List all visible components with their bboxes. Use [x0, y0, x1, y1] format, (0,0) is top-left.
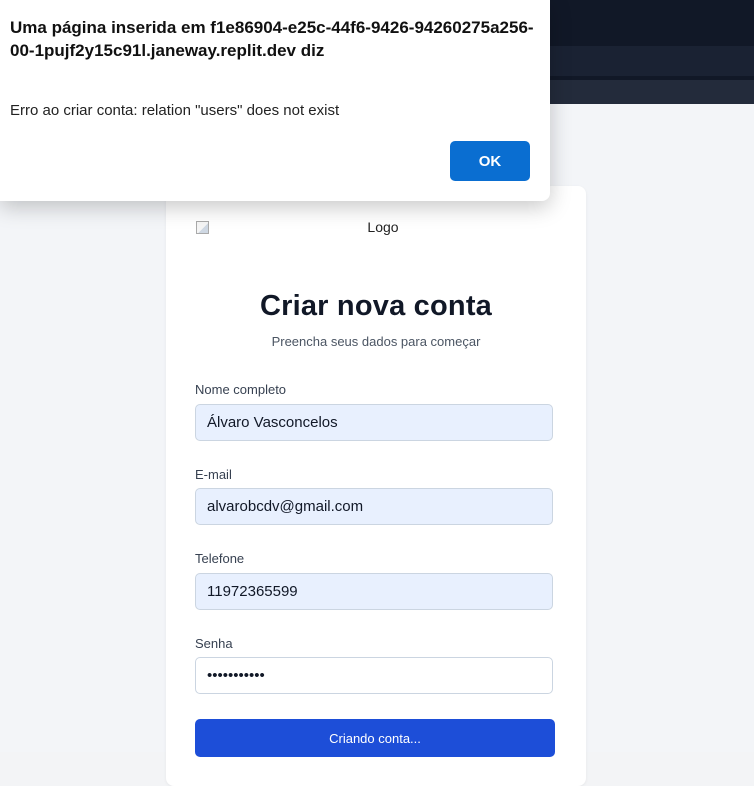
password-label: Senha [195, 636, 233, 651]
page-subtitle: Preencha seus dados para começar [271, 334, 481, 349]
name-input[interactable]: Álvaro Vasconcelos [195, 404, 553, 441]
submit-button[interactable]: Criando conta... [195, 719, 555, 757]
email-input[interactable]: alvarobcdv@gmail.com [195, 488, 553, 525]
logo-alt-text: Logo [367, 219, 399, 235]
dialog-message: Erro ao criar conta: relation "users" do… [10, 102, 340, 119]
password-input[interactable]: ••••••••••• [195, 657, 553, 694]
signup-card: Logo Criar nova conta Preencha seus dado… [166, 186, 586, 786]
broken-image-icon [195, 220, 209, 234]
ok-button[interactable]: OK [450, 141, 530, 181]
dialog-title: Uma página inserida em f1e86904-e25c-44f… [10, 18, 534, 60]
alert-dialog: Uma página inserida em f1e86904-e25c-44f… [0, 0, 550, 201]
logo: Logo [195, 216, 557, 238]
name-label: Nome completo [195, 382, 287, 397]
page-title: Criar nova conta [259, 290, 493, 322]
email-label: E-mail [195, 467, 232, 482]
phone-input[interactable]: 11972365599 [195, 573, 553, 610]
phone-label: Telefone [195, 551, 245, 566]
